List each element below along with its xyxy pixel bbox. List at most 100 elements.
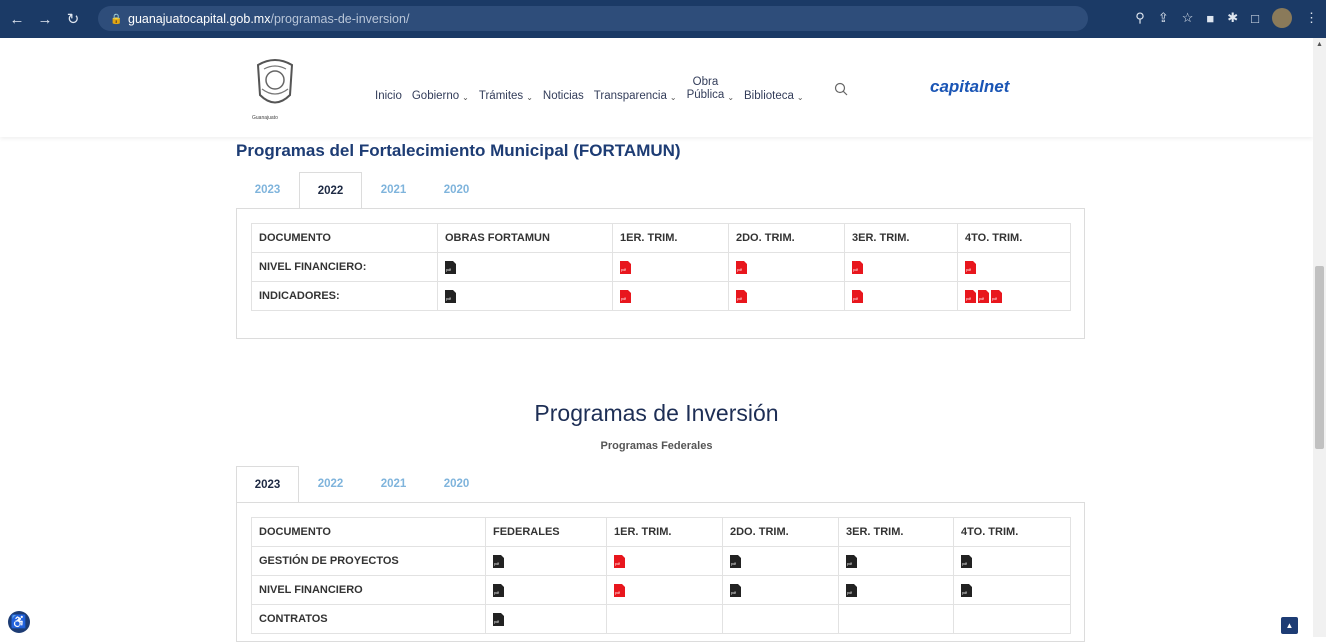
- scroll-to-top-icon[interactable]: ▲: [1281, 617, 1298, 634]
- table-cell: [844, 281, 958, 311]
- pdf-file-icon[interactable]: [846, 554, 857, 568]
- pdf-file-icon[interactable]: [445, 289, 456, 303]
- column-header: DOCUMENTO: [251, 223, 438, 253]
- pdf-file-icon[interactable]: [493, 583, 504, 597]
- inversion-table: DOCUMENTO FEDERALES 1ER. TRIM. 2DO. TRIM…: [251, 517, 1071, 634]
- pdf-file-icon[interactable]: [730, 583, 741, 597]
- pdf-file-icon[interactable]: [965, 289, 976, 303]
- table-cell: [953, 546, 1071, 576]
- fortamun-panel: DOCUMENTO OBRAS FORTAMUN 1ER. TRIM. 2DO.…: [236, 208, 1085, 339]
- tab-2022[interactable]: 2022: [299, 172, 362, 209]
- table-cell: [844, 252, 958, 282]
- pdf-file-icon[interactable]: [736, 289, 747, 303]
- nav-item-inicio[interactable]: Inicio: [375, 90, 402, 102]
- tab-2023[interactable]: 2023: [236, 172, 299, 209]
- accessibility-icon[interactable]: ♿: [8, 611, 30, 633]
- pdf-file-icon[interactable]: [620, 260, 631, 274]
- nav-item-transparencia[interactable]: Transparencia ⌄: [594, 90, 677, 102]
- pdf-file-icon[interactable]: [852, 260, 863, 274]
- pdf-file-icon[interactable]: [620, 289, 631, 303]
- tab-2021[interactable]: 2021: [362, 466, 425, 503]
- nav-item-gobierno[interactable]: Gobierno ⌄: [412, 90, 469, 102]
- pdf-file-icon[interactable]: [614, 583, 625, 597]
- column-header: 4TO. TRIM.: [953, 517, 1071, 547]
- pdf-file-icon[interactable]: [730, 554, 741, 568]
- column-header: 2DO. TRIM.: [722, 517, 839, 547]
- tab-2023[interactable]: 2023: [236, 466, 299, 503]
- pdf-file-icon[interactable]: [961, 583, 972, 597]
- nav-item-biblioteca[interactable]: Biblioteca ⌄: [744, 90, 804, 102]
- inversion-tabs: 2023 2022 2021 2020: [236, 466, 488, 503]
- pdf-file-icon[interactable]: [445, 260, 456, 274]
- capitalnet-logo[interactable]: capitalnet: [930, 77, 1009, 97]
- tab-2020[interactable]: 2020: [425, 466, 488, 503]
- bookmark-star-icon[interactable]: ☆: [1182, 10, 1194, 26]
- table-header-row: DOCUMENTO OBRAS FORTAMUN 1ER. TRIM. 2DO.…: [251, 223, 1071, 253]
- chevron-down-icon: ⌄: [462, 93, 469, 102]
- pdf-file-icon[interactable]: [846, 583, 857, 597]
- fortamun-tabs: 2023 2022 2021 2020: [236, 172, 488, 209]
- pdf-file-icon[interactable]: [965, 260, 976, 274]
- pdf-file-icon[interactable]: [961, 554, 972, 568]
- guanajuato-logo-icon[interactable]: [250, 55, 300, 115]
- pdf-file-icon[interactable]: [978, 289, 989, 303]
- avatar[interactable]: [1272, 8, 1292, 28]
- address-bar[interactable]: 🔒 guanajuatocapital.gob.mx/programas-de-…: [98, 6, 1088, 31]
- scrollbar-thumb[interactable]: [1315, 266, 1324, 449]
- back-arrow-icon[interactable]: ←: [6, 11, 28, 28]
- reload-icon[interactable]: ↻: [62, 10, 84, 28]
- table-row: CONTRATOS: [251, 604, 1071, 634]
- sidepanel-icon[interactable]: □: [1251, 11, 1259, 26]
- column-header: OBRAS FORTAMUN: [437, 223, 613, 253]
- tab-2022[interactable]: 2022: [299, 466, 362, 503]
- forward-arrow-icon[interactable]: →: [34, 11, 56, 28]
- url-path: /programas-de-inversion/: [270, 11, 410, 26]
- site-header: Guanajuato Inicio Gobierno ⌄ Trámites ⌄ No…: [0, 38, 1313, 137]
- table-cell: [722, 575, 839, 605]
- chevron-down-icon: ⌄: [669, 93, 677, 102]
- table-cell: [606, 604, 723, 634]
- table-cell: [728, 281, 845, 311]
- row-label: GESTIÓN DE PROYECTOS: [251, 546, 486, 576]
- column-header: 2DO. TRIM.: [728, 223, 845, 253]
- pdf-file-icon[interactable]: [614, 554, 625, 568]
- pdf-file-icon[interactable]: [736, 260, 747, 274]
- page-title: Programas de Inversión: [534, 400, 779, 426]
- tab-2020[interactable]: 2020: [425, 172, 488, 209]
- vertical-scrollbar[interactable]: ▲: [1313, 38, 1326, 637]
- tab-2021[interactable]: 2021: [362, 172, 425, 209]
- nav-item-obra-publica[interactable]: Obra Pública ⌄: [687, 76, 734, 102]
- table-cell: [606, 546, 723, 576]
- search-icon[interactable]: [834, 82, 848, 96]
- table-cell: [722, 546, 839, 576]
- extension-icon[interactable]: ■: [1206, 11, 1214, 26]
- browser-toolbar: ← → ↻ 🔒 guanajuatocapital.gob.mx/program…: [0, 0, 1326, 38]
- lock-icon: 🔒: [110, 13, 123, 25]
- table-cell: [437, 281, 613, 311]
- table-cell: [612, 281, 729, 311]
- column-header: DOCUMENTO: [251, 517, 486, 547]
- nav-item-noticias[interactable]: Noticias: [543, 90, 584, 102]
- table-cell: [437, 252, 613, 282]
- table-row: NIVEL FINANCIERO: [251, 575, 1071, 605]
- chevron-down-icon: ⌄: [526, 93, 533, 102]
- table-cell: [612, 252, 729, 282]
- pdf-file-icon[interactable]: [852, 289, 863, 303]
- url-host: guanajuatocapital.gob.mx: [128, 11, 271, 26]
- share-icon[interactable]: ⇪: [1158, 10, 1169, 26]
- pdf-file-icon[interactable]: [493, 612, 504, 626]
- table-cell: [606, 575, 723, 605]
- scroll-up-icon[interactable]: ▲: [1316, 41, 1323, 48]
- column-header: 3ER. TRIM.: [838, 517, 954, 547]
- table-cell: [953, 604, 1071, 634]
- nav-item-tramites[interactable]: Trámites ⌄: [479, 90, 533, 102]
- zoom-icon[interactable]: ⚲: [1135, 10, 1145, 26]
- pdf-file-icon[interactable]: [493, 554, 504, 568]
- puzzle-icon[interactable]: ✱: [1227, 10, 1238, 26]
- fortamun-table: DOCUMENTO OBRAS FORTAMUN 1ER. TRIM. 2DO.…: [251, 223, 1071, 311]
- row-label: NIVEL FINANCIERO: [251, 575, 486, 605]
- table-cell: [485, 575, 607, 605]
- pdf-file-icon[interactable]: [991, 289, 1002, 303]
- table-cell: [953, 575, 1071, 605]
- menu-dots-icon[interactable]: ⋮: [1305, 10, 1318, 26]
